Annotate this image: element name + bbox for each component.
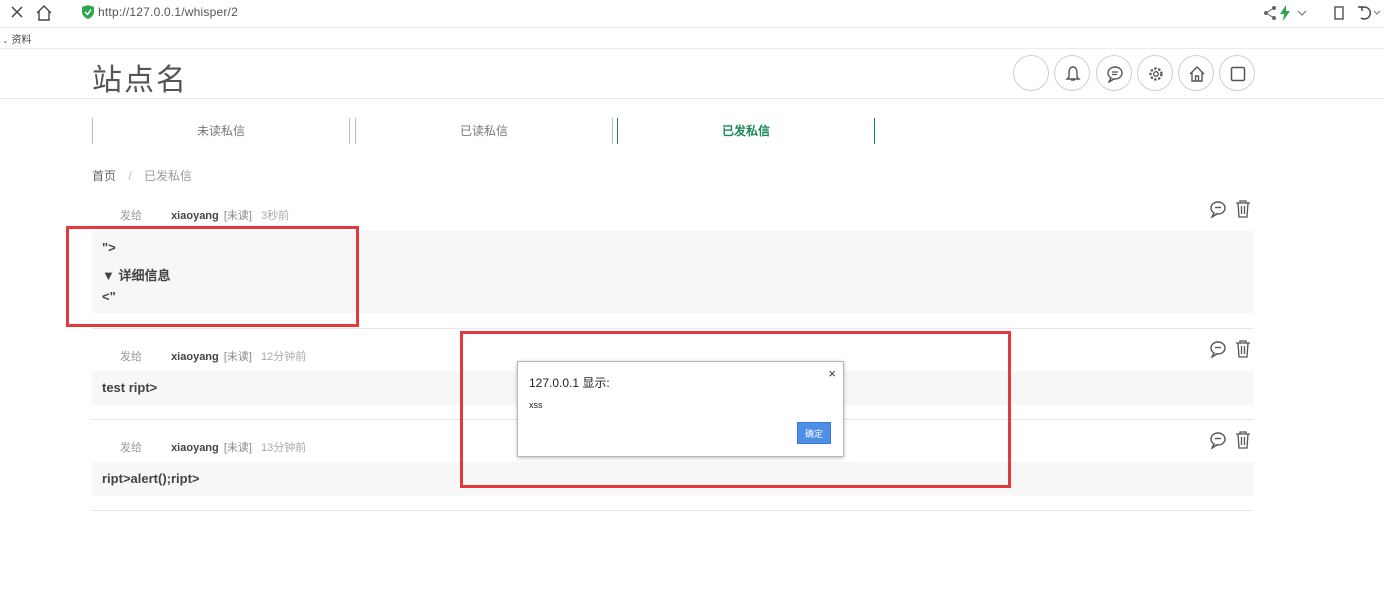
browser-toolbar: http://127.0.0.1/whisper/2: [0, 0, 1384, 28]
reading-mode-icon[interactable]: [1333, 5, 1345, 21]
message-button[interactable]: [1096, 55, 1132, 91]
trash-icon[interactable]: [1235, 200, 1251, 218]
chat-icon: [1107, 66, 1123, 83]
tab-unread[interactable]: 未读私信: [92, 118, 350, 144]
dialog-title: 127.0.0.1 显示:: [529, 376, 610, 390]
share-icon[interactable]: [1263, 5, 1277, 21]
divider: [92, 328, 1254, 329]
message-line: ript>alert();ript>: [102, 471, 200, 486]
gear-icon: [1149, 67, 1163, 81]
close-tab-icon[interactable]: [9, 4, 25, 20]
bookmark-folder[interactable]: ⌄ 资料: [2, 31, 31, 46]
timestamp: 13分钟前: [261, 442, 307, 454]
shield-icon: [82, 5, 94, 19]
recipient-link[interactable]: xiaoyang: [171, 210, 219, 222]
chevron-down-icon: ⌄: [2, 36, 9, 45]
chevron-down-icon[interactable]: [1297, 5, 1307, 21]
tab-read[interactable]: 已读私信: [355, 118, 613, 144]
reply-icon[interactable]: [1209, 200, 1227, 218]
logout-button[interactable]: [1219, 55, 1255, 91]
reply-icon[interactable]: [1209, 431, 1227, 449]
settings-button[interactable]: [1137, 55, 1173, 91]
status-badge: [未读]: [223, 351, 252, 363]
avatar-button[interactable]: [1013, 55, 1049, 91]
reply-icon[interactable]: [1209, 340, 1227, 358]
message-meta: 发给 xiaoyang [未读] 3秒前: [120, 210, 290, 222]
bookmark-bar: ⌄ 资料: [0, 28, 1384, 49]
message-actions: [1207, 340, 1255, 360]
site-title[interactable]: 站点名: [92, 55, 188, 99]
lightning-icon[interactable]: [1280, 5, 1290, 21]
breadcrumb: 首页 / 已发私信: [92, 167, 192, 184]
timestamp: 12分钟前: [261, 351, 307, 363]
trash-icon[interactable]: [1235, 431, 1251, 449]
divider: [92, 510, 1254, 511]
breadcrumb-home-link[interactable]: 首页: [92, 169, 116, 183]
address-bar[interactable]: http://127.0.0.1/whisper/2: [98, 5, 238, 19]
timestamp: 3秒前: [261, 210, 290, 222]
alert-dialog: 127.0.0.1 显示: × xss 确定: [517, 361, 844, 457]
trash-icon[interactable]: [1235, 340, 1251, 358]
tab-sent[interactable]: 已发私信: [617, 118, 875, 144]
message-actions: [1207, 431, 1255, 451]
home-button[interactable]: [1178, 55, 1214, 91]
annotation-box: [66, 226, 359, 327]
status-badge: [未读]: [223, 210, 252, 222]
dialog-message: xss: [529, 400, 543, 410]
recipient-link[interactable]: xiaoyang: [171, 442, 219, 454]
message-actions: [1207, 200, 1255, 220]
message-meta: 发给 xiaoyang [未读] 12分钟前: [120, 351, 307, 363]
undo-icon[interactable]: [1356, 5, 1372, 21]
site-header: 站点名: [0, 49, 1384, 99]
message-line: test ript>: [102, 380, 158, 395]
bell-icon: [1065, 66, 1081, 81]
square-icon: [1230, 66, 1246, 82]
home-icon[interactable]: [35, 4, 53, 22]
close-icon[interactable]: ×: [828, 366, 836, 381]
message-meta: 发给 xiaoyang [未读] 13分钟前: [120, 442, 307, 454]
home-icon: [1189, 66, 1205, 82]
breadcrumb-current: 已发私信: [144, 169, 193, 183]
chevron-down-icon[interactable]: [1373, 5, 1381, 21]
ok-button[interactable]: 确定: [797, 422, 831, 444]
status-badge: [未读]: [223, 442, 252, 454]
recipient-link[interactable]: xiaoyang: [171, 351, 219, 363]
breadcrumb-separator: /: [128, 169, 132, 183]
notification-button[interactable]: [1054, 55, 1090, 91]
